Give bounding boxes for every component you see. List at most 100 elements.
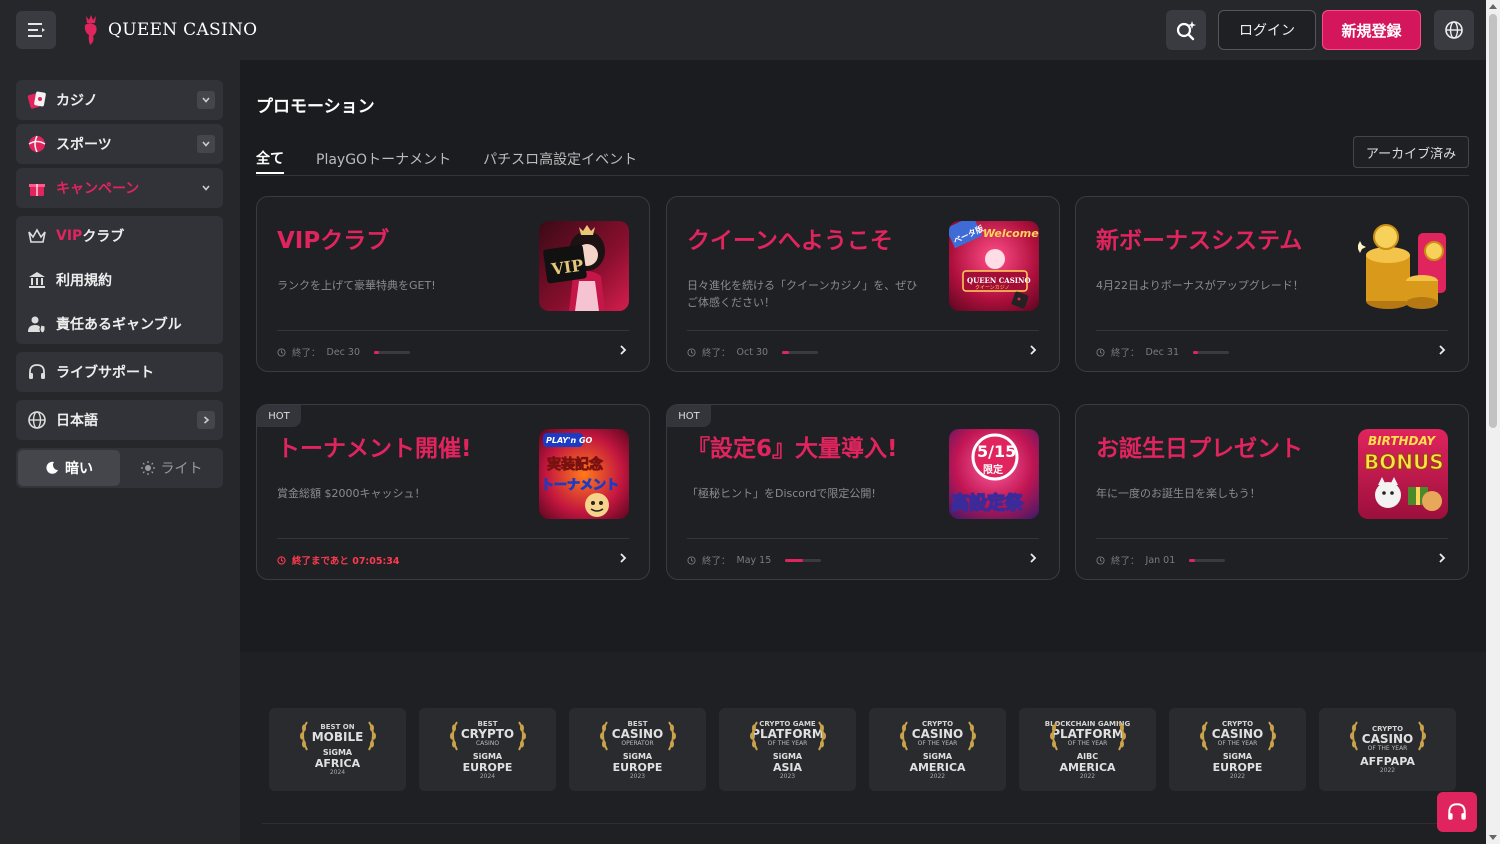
award-badge: CRYPTO CASINO OF THE YEAR AFFPAPA 2022 [1319,708,1456,791]
card-end-date: 終了： Jan 01 [1096,553,1226,567]
sidebar-item-terms[interactable]: 利用規約 [26,269,112,291]
sidebar-item-vip-club[interactable]: VIP クラブ [26,225,124,247]
card-end-date: 終了： Dec 31 [1096,345,1230,359]
page-scrollbar[interactable] [1486,0,1500,844]
logo-text: QUEEN CASINO [108,20,258,40]
tab-all[interactable]: 全て [256,144,284,174]
sidebar: カジノ スポーツ キャンペーン VIP クラブ 利用規約 責任あるギャンブル ラ… [0,60,240,844]
card-divider [687,538,1039,539]
chevron-right-icon[interactable] [1436,344,1448,356]
setting-limited-text: 限定 [983,463,1003,476]
chevron-right-icon[interactable] [617,344,629,356]
sidebar-item-responsible-gambling[interactable]: 責任あるギャンブル [26,313,182,335]
card-title: 『設定6』大量導入! [687,436,898,462]
award-badge: CRYPTO CASINO OF THE YEAR SiGMA AMERICA 2022 [869,708,1006,791]
chevron-down-icon[interactable] [197,91,215,109]
progress-bar [782,350,819,354]
scroll-up-arrow-icon[interactable] [1489,4,1497,9]
theme-dark-label: 暗い [65,461,93,477]
award-region: EUROPE [462,760,513,774]
award-year: 2022 [1079,772,1096,780]
progress-bar [374,350,411,354]
end-date: May 15 [736,554,772,566]
award-region: ASIA [772,760,803,774]
globe-icon [26,409,48,431]
footer-divider [262,823,1472,824]
clock-icon [687,555,696,565]
end-date: Dec 31 [1145,346,1180,358]
chevron-right-icon[interactable] [1027,552,1039,564]
card-description: 賞金総額 $2000キャッシュ！ [277,487,426,500]
coins-thumbnail [1358,221,1448,311]
setting-fest-text: 高設定祭 [951,492,1024,514]
sidebar-item-label: 日本語 [56,413,98,429]
card-description: 4月22日よりボーナスがアップグレード！ [1096,279,1304,292]
theme-light-button[interactable]: ライト [122,450,221,486]
tournament-line1-text: 実装記念 [547,456,604,473]
chevron-down-icon[interactable] [197,135,215,153]
main-content: プロモーション 全て PlayGOトーナメント パチスロ高設定イベント アーカイ… [240,60,1486,844]
sidebar-item-label: ライブサポート [56,365,154,381]
sidebar-item-live-support[interactable]: ライブサポート [16,352,223,392]
welcome-thumbnail: ベータ版Welcome toQUEEN CASINOクイーンカジノ [949,221,1039,311]
chevron-right-icon[interactable] [1027,344,1039,356]
card-title: お誕生日プレゼント [1096,436,1303,462]
sidebar-item-language[interactable]: 日本語 [16,400,223,440]
countdown-text: 終了まであと 07:05:34 [292,556,400,567]
tab-playgo-tournament[interactable]: PlayGOトーナメント [316,144,451,174]
award-region: AMERICA [1059,760,1116,774]
chevron-right-icon[interactable] [1436,552,1448,564]
theme-dark-button[interactable]: 暗い [18,450,120,486]
scrollbar-thumb[interactable] [1489,14,1497,428]
chevron-right-icon[interactable] [197,411,215,429]
chevron-down-icon[interactable] [197,179,215,197]
chevron-right-icon[interactable] [617,552,629,564]
card-description: ランクを上げて豪華特典をGET! [277,279,436,292]
end-date: Dec 30 [326,346,361,358]
promo-card-vip[interactable]: VIPクラブ ランクを上げて豪華特典をGET! VIP 終了： Dec 30 [256,196,650,372]
promo-card-bonus-system[interactable]: 新ボーナスシステム 4月22日よりボーナスがアップグレード！ 終了： Dec 3… [1075,196,1469,372]
queen-casino-logo[interactable]: QUEEN CASINO [80,14,257,46]
sidebar-item-campaign[interactable]: キャンペーン [16,168,223,208]
vip-thumbnail: VIP [539,221,629,311]
end-label: 終了： [1111,348,1140,359]
awards-section: BEST ON MOBILE SiGMA AFRICA 2024 BEST CRYPTO CA… [240,652,1486,844]
sidebar-item-casino[interactable]: カジノ [16,80,223,120]
page-title: プロモーション [256,97,375,117]
card-end-date: 終了： May 15 [687,553,822,567]
promo-card-welcome[interactable]: クイーンへようこそ 日々進化を続ける「クイーンカジノ」を、ぜひご体感ください！ … [666,196,1060,372]
tabs-divider [256,175,1469,176]
search-button[interactable] [1166,10,1206,50]
tournament-line2-text: トーナメント [541,478,619,493]
headset-icon [26,361,48,383]
card-countdown: 終了まであと 07:05:34 [277,553,399,567]
hamburger-menu-button[interactable] [16,11,56,49]
promo-card-setting6[interactable]: HOT 『設定6』大量導入! 「極秘ヒント」をDiscordで限定公開! 5/1… [666,404,1060,580]
promo-card-tournament[interactable]: HOT トーナメント開催! 賞金総額 $2000キャッシュ！ PLAY'n GO… [256,404,650,580]
promotion-tabs: 全て PlayGOトーナメント パチスロ高設定イベント [256,144,637,176]
award-region: AFFPAPA [1360,755,1415,768]
archive-button[interactable]: アーカイブ済み [1353,136,1469,168]
award-year: 2022 [1229,772,1246,780]
promo-card-birthday[interactable]: お誕生日プレゼント 年に一度のお誕生日を楽しもう！ BIRTHDAY BONUS … [1075,404,1469,580]
award-region: EUROPE [612,760,663,774]
live-support-button[interactable] [1437,792,1477,832]
award-badge: BLOCKCHAIN GAMING PLATFORM OF THE YEAR AIBC… [1019,708,1156,791]
progress-bar [785,558,822,562]
login-button[interactable]: ログイン [1218,10,1316,50]
vip-prefix: VIP [56,228,83,244]
welcome-sub-text: クイーンカジノ [975,285,1010,291]
award-region: AFRICA [314,757,361,770]
sidebar-item-sports[interactable]: スポーツ [16,124,223,164]
progress-bar [1193,350,1230,354]
clock-icon [277,555,286,565]
menu-icon [28,23,45,37]
award-year: 2024 [479,772,496,780]
register-button[interactable]: 新規登録 [1322,10,1421,50]
language-button[interactable] [1434,10,1474,50]
scroll-down-arrow-icon[interactable] [1489,835,1497,840]
sidebar-item-label: スポーツ [56,137,112,153]
tab-pachislot-event[interactable]: パチスロ高設定イベント [483,144,637,174]
crown-icon [26,225,48,247]
queen-logo-icon [84,15,97,45]
